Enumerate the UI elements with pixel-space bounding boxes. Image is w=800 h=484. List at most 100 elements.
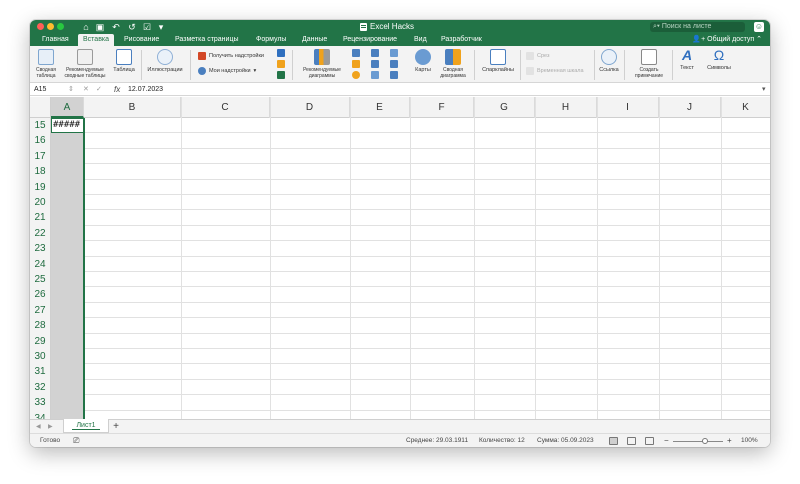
my-addins-button[interactable]: Мои надстройки ▾	[198, 66, 256, 76]
selected-cell[interactable]	[51, 395, 84, 411]
page-layout-view-button[interactable]	[627, 437, 636, 445]
row-header[interactable]: 15	[30, 118, 51, 134]
combo-chart-icon[interactable]	[390, 60, 398, 68]
recommended-charts-button[interactable]: Рекомендуемые диаграммы	[296, 46, 348, 83]
row-header[interactable]: 33	[30, 395, 51, 411]
column-header-a[interactable]: A	[51, 97, 84, 118]
undo-icon[interactable]: ↶	[110, 20, 122, 34]
zoom-slider-handle[interactable]	[702, 438, 708, 444]
close-window-button[interactable]	[37, 23, 44, 30]
tab-insert[interactable]: Вставка	[78, 34, 115, 46]
selected-cell[interactable]	[51, 379, 84, 396]
macro-record-icon[interactable]: ⎚	[73, 434, 79, 447]
sheet-tab-1[interactable]: Лист1	[63, 419, 109, 433]
bing-icon[interactable]	[277, 60, 285, 68]
row-header[interactable]: 23	[30, 241, 51, 257]
sparklines-button[interactable]: Спарклайны	[478, 46, 518, 83]
pie-chart-icon[interactable]	[352, 71, 360, 79]
table-button[interactable]: Таблица	[110, 46, 138, 83]
selected-cell[interactable]	[51, 210, 84, 226]
waterfall-chart-icon[interactable]	[371, 60, 379, 68]
tab-draw[interactable]: Рисование	[124, 34, 159, 46]
column-header-c[interactable]: C	[181, 97, 270, 118]
tab-data[interactable]: Данные	[302, 34, 327, 46]
user-icon[interactable]: ☺	[754, 22, 764, 32]
line-chart-icon[interactable]	[352, 60, 360, 68]
timeline-button[interactable]: Временная шкала	[526, 66, 584, 76]
save-icon[interactable]: ▣	[94, 20, 106, 34]
column-chart-icon[interactable]	[352, 49, 360, 57]
cancel-formula-icon[interactable]: ✕	[83, 83, 89, 96]
row-header[interactable]: 16	[30, 133, 51, 149]
selected-cell[interactable]	[51, 241, 84, 257]
zoom-slider-track[interactable]	[673, 441, 723, 442]
get-addins-button[interactable]: Получить надстройки	[198, 51, 264, 61]
recommended-pivot-button[interactable]: Рекомендуемые сводные таблицы	[62, 46, 108, 83]
share-button[interactable]: 👤+ Общий доступ ⌃	[692, 34, 762, 46]
confirm-formula-icon[interactable]: ✓	[96, 83, 102, 96]
column-header-d[interactable]: D	[270, 97, 350, 118]
column-header-f[interactable]: F	[410, 97, 474, 118]
link-button[interactable]: Ссылка	[596, 46, 622, 83]
slicer-button[interactable]: Срез	[526, 51, 550, 61]
tab-view[interactable]: Вид	[414, 34, 427, 46]
selected-cell[interactable]	[51, 410, 84, 419]
customize-toolbar-icon[interactable]: ▾	[155, 20, 167, 34]
home-icon[interactable]: ⌂	[80, 20, 92, 34]
selected-cell[interactable]	[51, 133, 84, 149]
normal-view-button[interactable]	[609, 437, 618, 445]
scatter-chart-icon[interactable]	[371, 71, 379, 79]
maps-button[interactable]: Карты	[412, 46, 434, 83]
formula-input[interactable]: 12.07.2023	[128, 83, 163, 96]
redo-icon[interactable]: ↺	[126, 20, 138, 34]
row-header[interactable]: 24	[30, 256, 51, 272]
row-header[interactable]: 20	[30, 195, 51, 211]
text-button[interactable]: A Текст	[674, 46, 700, 83]
pivot-table-button[interactable]: Сводная таблица	[32, 46, 60, 83]
column-header-e[interactable]: E	[350, 97, 410, 118]
add-sheet-button[interactable]: +	[109, 420, 123, 434]
selected-cell[interactable]	[51, 256, 84, 272]
active-cell-a15[interactable]: #####	[51, 118, 84, 134]
minimize-window-button[interactable]	[47, 23, 54, 30]
expand-formula-icon[interactable]: ▾	[762, 83, 766, 96]
tab-developer[interactable]: Разработчик	[441, 34, 482, 46]
tab-page-layout[interactable]: Разметка страницы	[175, 34, 239, 46]
selected-cell[interactable]	[51, 225, 84, 242]
page-break-view-button[interactable]	[645, 437, 654, 445]
column-header-j[interactable]: J	[659, 97, 721, 118]
tab-home[interactable]: Главная	[42, 34, 69, 46]
row-header[interactable]: 27	[30, 302, 51, 319]
pivot-chart-button[interactable]: Сводная диаграмма	[434, 46, 472, 83]
visio-icon[interactable]	[277, 49, 285, 57]
zoom-level[interactable]: 100%	[741, 434, 758, 447]
row-header[interactable]: 17	[30, 148, 51, 165]
people-graph-icon[interactable]	[277, 71, 285, 79]
row-header[interactable]: 25	[30, 272, 51, 288]
symbols-button[interactable]: Ω Символы	[704, 46, 734, 83]
row-header[interactable]: 29	[30, 333, 51, 349]
selected-cell[interactable]	[51, 364, 84, 380]
new-comment-button[interactable]: Создать примечание	[628, 46, 670, 83]
selected-cell[interactable]	[51, 148, 84, 165]
hierarchy-chart-icon[interactable]	[371, 49, 379, 57]
sheet-search-input[interactable]: ⌕▾ Поиск на листе	[650, 22, 745, 32]
row-header[interactable]: 28	[30, 318, 51, 334]
selected-cell[interactable]	[51, 164, 84, 180]
tab-formulas[interactable]: Формулы	[256, 34, 286, 46]
collapse-ribbon-icon[interactable]: ⌃	[756, 36, 762, 43]
selected-cell[interactable]	[51, 195, 84, 211]
selected-cell[interactable]	[51, 179, 84, 195]
row-header[interactable]: 22	[30, 225, 51, 242]
maximize-window-button[interactable]	[57, 23, 64, 30]
zoom-in-icon[interactable]: +	[727, 434, 732, 447]
insert-function-button[interactable]: fx	[114, 83, 120, 96]
selected-cell[interactable]	[51, 349, 84, 365]
selected-cell[interactable]	[51, 333, 84, 349]
area-chart-icon[interactable]	[390, 71, 398, 79]
row-header[interactable]: 32	[30, 379, 51, 396]
column-header-k[interactable]: K	[721, 97, 770, 118]
row-header[interactable]: 26	[30, 287, 51, 303]
next-sheet-icon[interactable]: ▶	[48, 420, 53, 434]
selected-cell[interactable]	[51, 302, 84, 319]
